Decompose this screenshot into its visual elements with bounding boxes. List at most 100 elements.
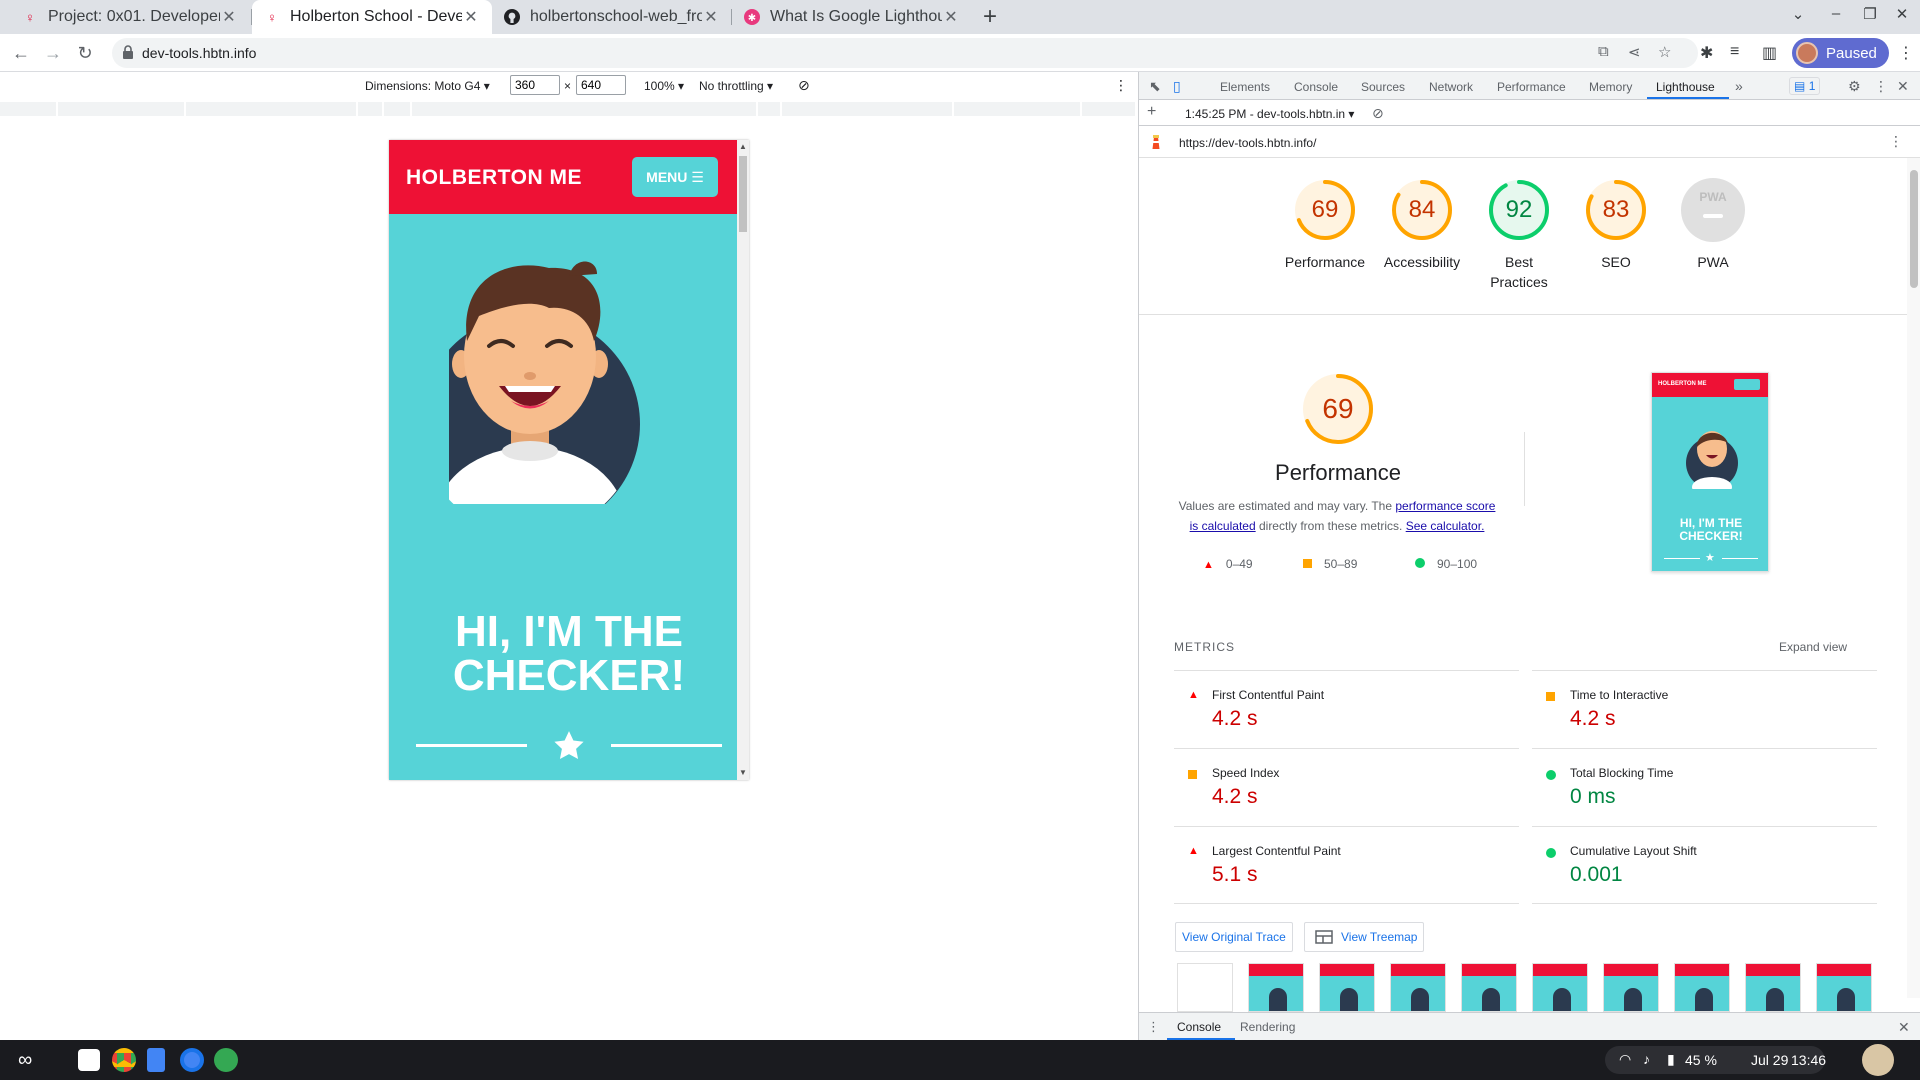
tab-console[interactable]: Console	[1294, 80, 1338, 94]
media-query-ruler[interactable]	[0, 102, 1137, 116]
tab-performance[interactable]: Performance	[1497, 80, 1566, 94]
ruler-segment[interactable]	[58, 102, 186, 116]
close-tab-icon[interactable]: ✕	[702, 7, 720, 27]
scroll-down-icon[interactable]: ▼	[737, 768, 749, 777]
see-calculator-link[interactable]: See calculator.	[1406, 519, 1485, 533]
device-toggle-icon[interactable]: ▯	[1173, 78, 1181, 95]
drawer-tab-rendering[interactable]: Rendering	[1240, 1020, 1295, 1034]
view-original-trace-button[interactable]: View Original Trace	[1175, 922, 1293, 952]
gauge-performance[interactable]: 69	[1293, 178, 1357, 242]
extensions-icon[interactable]: ✱	[1700, 43, 1713, 63]
github-icon	[504, 9, 520, 25]
tab-memory[interactable]: Memory	[1589, 80, 1632, 94]
drawer-menu-icon[interactable]: ⋮	[1147, 1019, 1160, 1035]
tab-github[interactable]: holbertonschool-web_fro ✕	[492, 0, 732, 34]
files-app-icon[interactable]	[147, 1048, 165, 1072]
tab-search-icon[interactable]: ⌄	[1784, 5, 1812, 23]
gauge-seo[interactable]: 83	[1584, 178, 1648, 242]
gauge-accessibility[interactable]: 84	[1390, 178, 1454, 242]
performance-title: Performance	[1275, 460, 1401, 485]
settings-gear-icon[interactable]: ⚙	[1848, 78, 1861, 95]
chatgpt-app-icon[interactable]	[214, 1048, 238, 1072]
tab-elements[interactable]: Elements	[1220, 80, 1270, 94]
new-tab-button[interactable]: +	[976, 3, 1004, 31]
close-tab-icon[interactable]: ✕	[942, 7, 960, 27]
ruler-segment[interactable]	[412, 102, 758, 116]
metric-cumulative-layout-shift: Cumulative Layout Shift 0.001	[1532, 826, 1877, 904]
device-width-input[interactable]	[510, 75, 560, 95]
gauge-best-practices[interactable]: 92	[1487, 178, 1551, 242]
tab-sources[interactable]: Sources	[1361, 80, 1405, 94]
tab-project[interactable]: ♀ Project: 0x01. Developer ✕	[10, 0, 250, 34]
close-devtools-icon[interactable]: ✕	[1897, 78, 1909, 95]
page-logo[interactable]: HOLBERTON ME	[406, 166, 582, 190]
chrome-app-icon[interactable]	[112, 1048, 136, 1072]
close-tab-icon[interactable]: ✕	[462, 7, 480, 27]
browser-menu-icon[interactable]: ⋮	[1898, 43, 1914, 63]
drawer-tab-console[interactable]: Console	[1177, 1020, 1221, 1034]
ruler-segment[interactable]	[384, 102, 412, 116]
close-drawer-icon[interactable]: ✕	[1898, 1019, 1910, 1036]
expand-view-toggle[interactable]: Expand view	[1779, 640, 1847, 654]
report-selector[interactable]: 1:45:25 PM - dev-tools.hbtn.in ▾	[1185, 107, 1354, 121]
emulated-page[interactable]: HOLBERTON ME MENU ☰ HI, I'M THE CHECKER!	[389, 140, 749, 780]
address-bar[interactable]: dev-tools.hbtn.info ⧉ ⋖ ☆	[112, 38, 1698, 68]
tab-holberton-school[interactable]: ♀ Holberton School - Deve ✕	[252, 0, 492, 34]
chrome-profile-app-icon[interactable]	[180, 1048, 204, 1072]
restore-icon[interactable]: ❐	[1856, 5, 1884, 23]
page-scrollbar[interactable]: ▲ ▼	[737, 140, 749, 780]
final-screenshot-thumbnail[interactable]: HOLBERTON ME HI, I'M THE CHECKER! ★	[1651, 372, 1769, 572]
minimize-icon[interactable]: –	[1822, 5, 1850, 22]
ruler-segment[interactable]	[782, 102, 954, 116]
scroll-up-icon[interactable]: ▲	[737, 142, 749, 151]
clear-reports-icon[interactable]: ⊘	[1372, 105, 1384, 122]
devtools-more-icon[interactable]: ⋮	[1874, 78, 1888, 95]
report-menu-icon[interactable]: ⋮	[1889, 133, 1903, 150]
close-tab-icon[interactable]: ✕	[220, 7, 238, 27]
forward-icon[interactable]: →	[40, 41, 66, 65]
tab-lighthouse-article[interactable]: ✱ What Is Google Lighthou ✕	[732, 0, 972, 34]
gauge-pwa[interactable]: PWA	[1681, 178, 1745, 242]
translate-icon[interactable]: ⧉	[1598, 43, 1609, 60]
ruler-segment[interactable]	[0, 102, 58, 116]
back-icon[interactable]: ←	[8, 41, 34, 65]
zoom-select[interactable]: 100% ▾	[644, 79, 684, 93]
device-height-input[interactable]	[576, 75, 626, 95]
ruler-segment[interactable]	[358, 102, 384, 116]
inspect-element-icon[interactable]: ⬉	[1149, 78, 1161, 95]
report-url[interactable]: https://dev-tools.hbtn.info/	[1179, 136, 1316, 150]
user-avatar[interactable]	[1862, 1044, 1894, 1076]
throttling-select[interactable]: No throttling ▾	[699, 79, 773, 93]
report-scrollbar[interactable]	[1907, 158, 1920, 998]
device-dimensions-select[interactable]: Dimensions: Moto G4 ▾	[365, 79, 490, 93]
new-report-icon[interactable]: +	[1147, 103, 1156, 121]
view-treemap-button[interactable]: View Treemap	[1304, 922, 1425, 952]
metric-value: 5.1 s	[1212, 863, 1258, 886]
tab-lighthouse[interactable]: Lighthouse	[1656, 80, 1715, 94]
ruler-segment[interactable]	[1082, 102, 1137, 116]
metric-name: Speed Index	[1212, 766, 1280, 780]
rotate-icon[interactable]: ⊘	[798, 77, 810, 94]
ruler-segment[interactable]	[186, 102, 358, 116]
side-panel-icon[interactable]: ▥	[1762, 43, 1777, 63]
ruler-segment[interactable]	[954, 102, 1082, 116]
launcher-icon[interactable]: ∞	[18, 1049, 32, 1072]
menu-button[interactable]: MENU ☰	[632, 157, 718, 197]
reload-icon[interactable]: ↻	[72, 41, 98, 65]
ruler-segment[interactable]	[758, 102, 782, 116]
device-toolbar-more-icon[interactable]: ⋮	[1114, 77, 1128, 94]
battery-percent: 45 %	[1685, 1052, 1717, 1068]
tab-network[interactable]: Network	[1429, 80, 1473, 94]
share-icon[interactable]: ⋖	[1628, 43, 1641, 61]
scrollbar-thumb[interactable]	[1910, 170, 1918, 288]
issues-badge[interactable]: ▤ 1	[1789, 77, 1821, 95]
media-controls-icon[interactable]: ≡	[1730, 43, 1739, 61]
profile-button[interactable]: Paused	[1792, 38, 1889, 68]
bookmark-star-icon[interactable]: ☆	[1658, 43, 1671, 61]
more-tabs-icon[interactable]: »	[1735, 78, 1743, 94]
store-app-icon[interactable]	[78, 1049, 100, 1071]
status-tray[interactable]: ◠ ♪ ▮ 45 % Jul 29 13:46	[1605, 1046, 1826, 1074]
scrollbar-thumb[interactable]	[739, 156, 747, 232]
report-url-bar: https://dev-tools.hbtn.info/ ⋮	[1139, 126, 1920, 158]
close-window-icon[interactable]: ✕	[1888, 5, 1916, 23]
